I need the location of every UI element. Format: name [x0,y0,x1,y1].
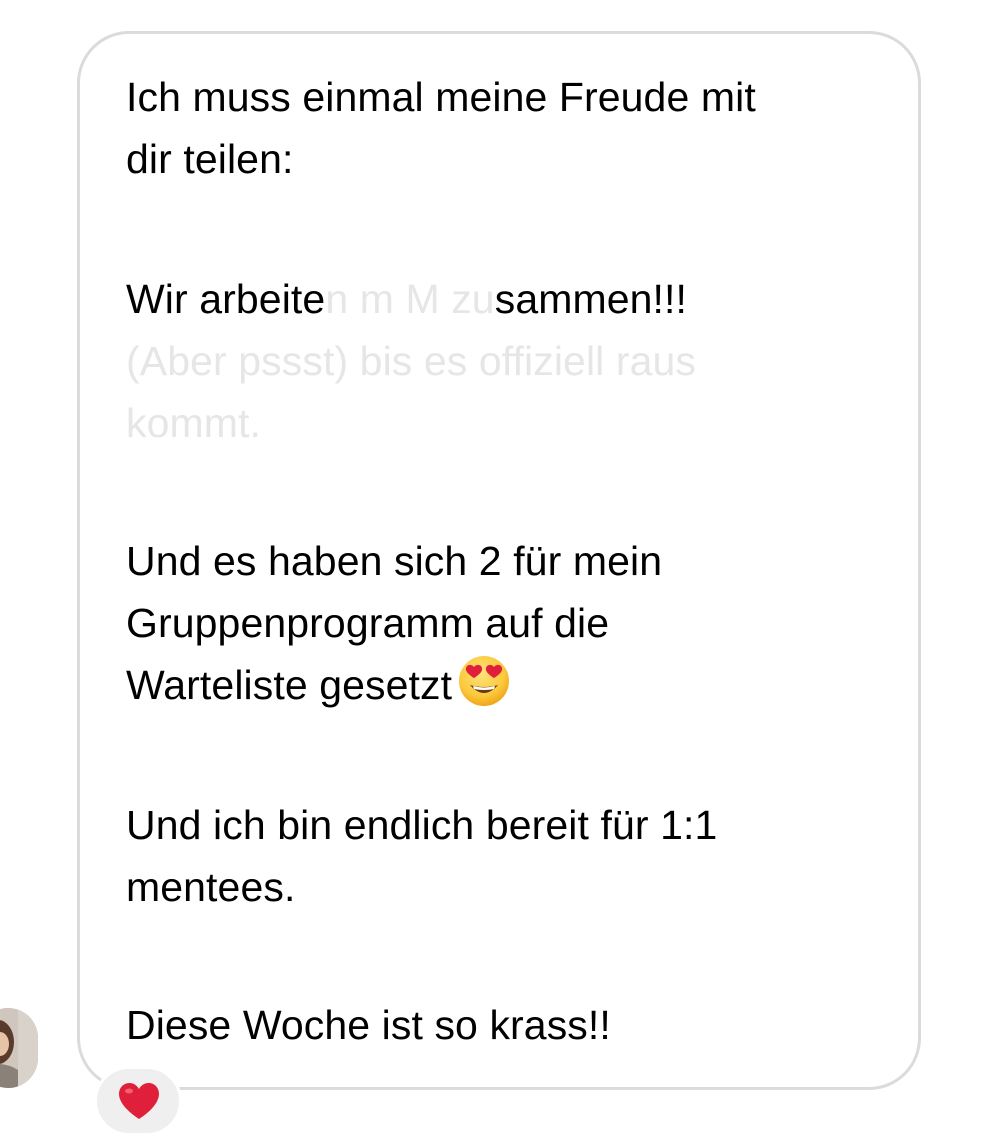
message-line-partially-hidden: Wir arbeiten m M zusammen!!! [126,268,687,330]
message-line: Diese Woche ist so krass!! [126,1002,611,1048]
message-line-with-emoji: Warteliste gesetzt [126,654,510,716]
message-text-visible: Wir arbeite [126,276,326,322]
message-line: Und ich bin endlich bereit für 1:1 [126,802,718,848]
message-text-visible: sammen!!! [494,276,688,322]
message-line: Ich muss einmal meine Freude mit [126,74,756,120]
sender-avatar[interactable] [0,1008,38,1088]
message-line: Gruppenprogramm auf die [126,600,610,646]
message-line: dir teilen: [126,136,294,182]
message-line-faded: (Aber pssst) bis es offiziell raus [126,338,697,384]
message-text: Warteliste gesetzt [126,662,453,708]
heart-eyes-emoji-icon [458,655,510,707]
message-line: mentees. [126,864,296,910]
avatar-photo [0,1008,38,1088]
message-line: Und es haben sich 2 für mein [126,538,663,584]
red-heart-icon [119,1083,159,1119]
message-text-faded: n m M zu [325,276,495,322]
message-line-faded: kommt. [126,400,261,446]
